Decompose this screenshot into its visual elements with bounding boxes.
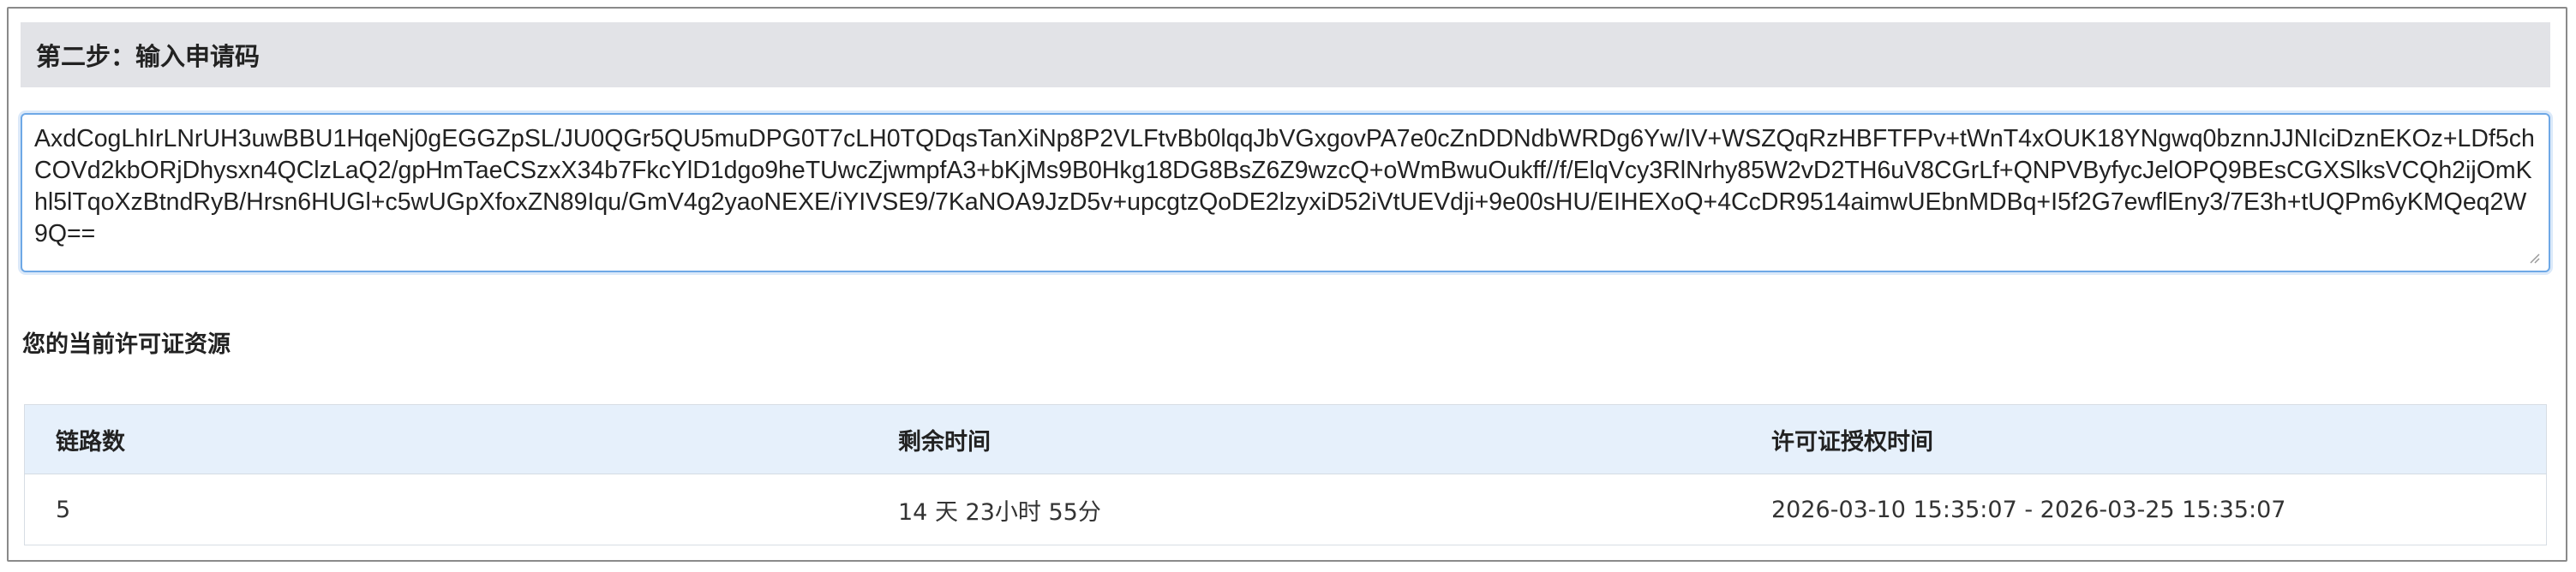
license-period-cell: 2026-03-10 15:35:07 - 2026-03-25 15:35:0… (1740, 474, 2547, 545)
column-header-links: 链路数 (24, 404, 867, 474)
step-title: 第二步：输入申请码 (36, 42, 261, 71)
license-resources-table: 链路数 剩余时间 许可证授权时间 5 14 天 23小时 55分 2026-03… (24, 404, 2547, 545)
resize-handle-icon[interactable] (2528, 252, 2540, 264)
column-header-remaining-time: 剩余时间 (867, 404, 1740, 474)
request-code-textarea[interactable]: AxdCogLhIrLNrUH3uwBBU1HqeNj0gEGGZpSL/JU0… (21, 113, 2550, 272)
step-header: 第二步：输入申请码 (21, 22, 2550, 87)
links-count-cell: 5 (24, 474, 867, 545)
license-resources-heading: 您的当前许可证资源 (22, 331, 231, 358)
table-row: 5 14 天 23小时 55分 2026-03-10 15:35:07 - 20… (24, 474, 2547, 545)
table-header-row: 链路数 剩余时间 许可证授权时间 (24, 404, 2547, 474)
column-header-license-period: 许可证授权时间 (1740, 404, 2547, 474)
remaining-time-cell: 14 天 23小时 55分 (867, 474, 1740, 545)
